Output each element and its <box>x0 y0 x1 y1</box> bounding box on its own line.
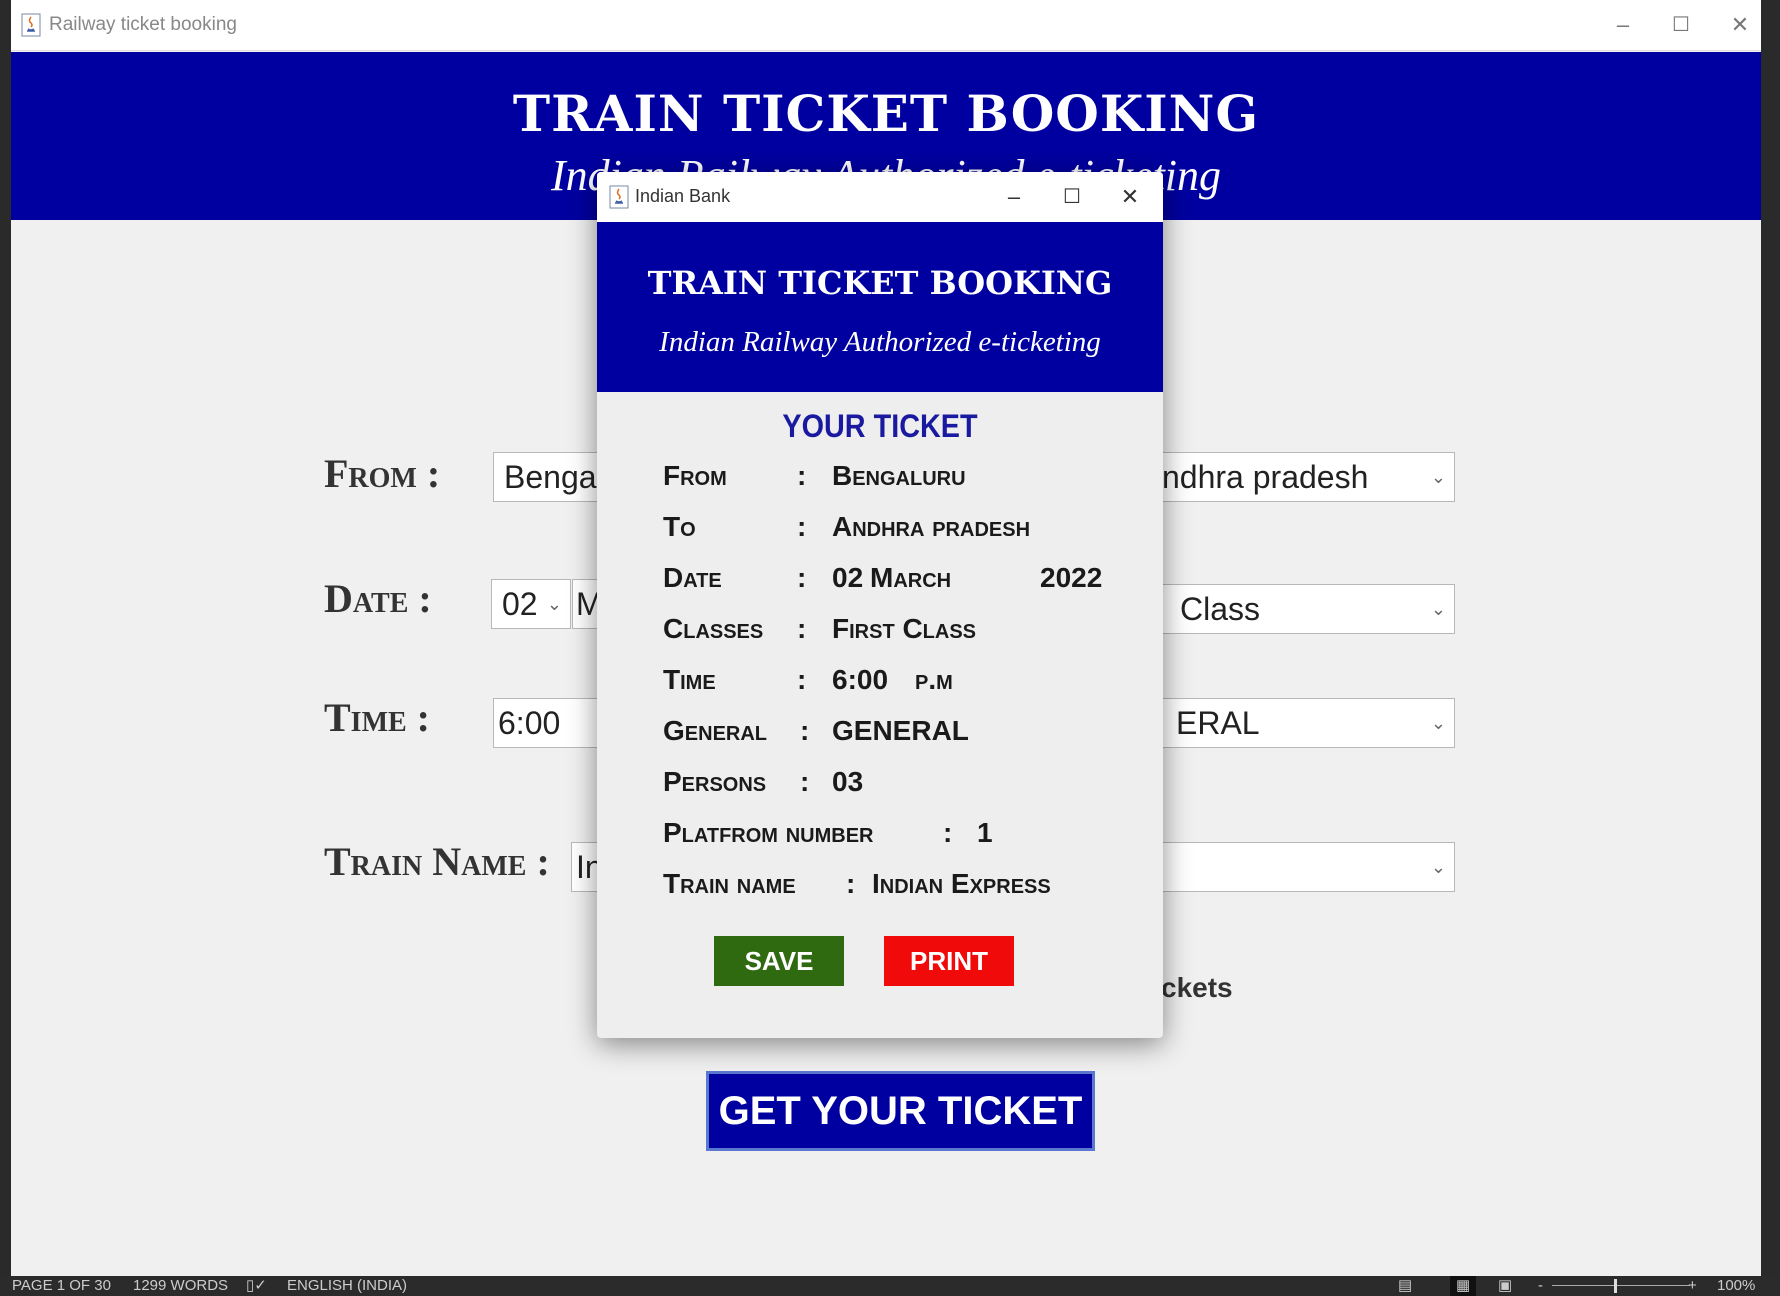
get-your-ticket-button[interactable]: GET YOUR TICKET <box>706 1071 1095 1151</box>
zoom-slider[interactable] <box>1552 1285 1690 1286</box>
ticket-general-label: General <box>663 715 768 746</box>
ticket-classes-value: First Class <box>832 613 976 644</box>
read-mode-icon[interactable]: ▤ <box>1398 1276 1412 1296</box>
time-label: Time : <box>324 695 430 740</box>
your-ticket-heading: YOUR TICKET <box>782 408 978 444</box>
chevron-down-icon: ⌄ <box>546 594 562 614</box>
dialog-maximize-button[interactable]: ☐ <box>1052 180 1092 214</box>
window-title: Railway ticket booking <box>49 14 237 35</box>
to-dropdown[interactable]: ndhra pradesh ⌄ <box>1161 452 1455 502</box>
ticket-to-label: To <box>663 511 696 542</box>
time-field[interactable]: 6:00 <box>493 698 613 748</box>
dialog-titlebar[interactable]: Indian Bank – ☐ ✕ <box>597 172 1163 222</box>
quota-dropdown[interactable]: ERAL ⌄ <box>1161 698 1455 748</box>
ticket-train-value: Indian Express <box>872 868 1051 899</box>
to-value: ndhra pradesh <box>1162 459 1369 495</box>
dialog-banner-subtitle: Indian Railway Authorized e-ticketing <box>659 326 1101 358</box>
ticket-general-colon: : <box>800 715 810 746</box>
dialog-title: Indian Bank <box>635 186 731 206</box>
ticket-from-label: From <box>663 460 727 491</box>
zoom-level[interactable]: 100% <box>1717 1276 1755 1296</box>
ticket-from-value: Bengaluru <box>832 460 966 491</box>
ticket-platform-value: 1 <box>977 817 993 848</box>
java-app-icon <box>609 185 629 209</box>
zoom-slider-thumb[interactable] <box>1614 1279 1617 1293</box>
ticket-platform-colon: : <box>943 817 953 848</box>
ticket-platform-label: Platfrom number <box>663 817 874 848</box>
java-app-icon <box>21 13 41 37</box>
ticket-dialog: Indian Bank – ☐ ✕ TRAIN TICKET BOOKING I… <box>597 172 1163 1038</box>
ticket-general-value: GENERAL <box>832 715 969 746</box>
ticket-time-label: Time <box>663 664 716 695</box>
day-value: 02 <box>502 586 538 622</box>
print-layout-icon[interactable]: ▦ <box>1450 1276 1477 1296</box>
ticket-date-year: 2022 <box>1040 562 1103 593</box>
print-button[interactable]: PRINT <box>884 936 1014 986</box>
day-dropdown[interactable]: 02 ⌄ <box>491 579 571 629</box>
chevron-down-icon: ⌄ <box>1430 857 1446 877</box>
word-count: 1299 WORDS <box>133 1277 229 1294</box>
minimize-button[interactable]: – <box>1601 8 1645 42</box>
ticket-train-label: Train name <box>663 868 796 899</box>
web-layout-icon[interactable]: ▣ <box>1498 1276 1512 1296</box>
ticket-persons-value: 03 <box>832 766 864 797</box>
maximize-button[interactable]: ☐ <box>1659 8 1703 42</box>
ticket-time-value: 6:00 <box>832 664 889 695</box>
dialog-close-button[interactable]: ✕ <box>1110 180 1150 214</box>
ticket-classes-label: Classes <box>663 613 764 644</box>
date-label: Date : <box>324 576 432 621</box>
time-value: 6:00 <box>498 705 561 741</box>
ticket-to-value: Andhra pradesh <box>832 511 1031 542</box>
ticket-time-ampm: p.m <box>915 664 953 695</box>
status-bar: PAGE 1 OF 30 1299 WORDS ▯✓ ENGLISH (INDI… <box>0 1276 1780 1296</box>
train-dropdown[interactable]: ⌄ <box>1161 842 1455 892</box>
chevron-down-icon: ⌄ <box>1430 599 1446 619</box>
ticket-to-colon: : <box>797 511 807 542</box>
from-dropdown[interactable]: Bengalu <box>493 452 613 502</box>
class-value: Class <box>1180 591 1261 627</box>
ticket-time-colon: : <box>797 664 807 695</box>
close-button[interactable]: ✕ <box>1718 8 1762 42</box>
train-name-label: Train Name : <box>324 839 550 884</box>
dialog-banner-title: TRAIN TICKET BOOKING <box>647 264 1113 302</box>
banner-title: TRAIN TICKET BOOKING <box>512 84 1260 143</box>
quota-value: ERAL <box>1176 705 1260 741</box>
chevron-down-icon: ⌄ <box>1430 713 1446 733</box>
chevron-down-icon: ⌄ <box>1430 467 1446 487</box>
ticket-classes-colon: : <box>797 613 807 644</box>
tickets-label: ckets <box>1161 972 1233 1003</box>
ticket-date-month: March <box>870 562 952 593</box>
dialog-minimize-button[interactable]: – <box>994 180 1034 214</box>
ticket-from-colon: : <box>797 460 807 491</box>
proofing-icon[interactable]: ▯✓ <box>246 1276 267 1296</box>
ticket-train-colon: : <box>846 868 856 899</box>
zoom-out-button[interactable]: - <box>1538 1276 1543 1296</box>
zoom-in-button[interactable]: + <box>1688 1276 1697 1296</box>
ticket-date-colon: : <box>797 562 807 593</box>
ticket-persons-colon: : <box>800 766 810 797</box>
page-count: PAGE 1 OF 30 <box>12 1277 111 1294</box>
ticket-persons-label: Persons <box>663 766 767 797</box>
language-indicator[interactable]: ENGLISH (INDIA) <box>287 1276 407 1296</box>
ticket-date-label: Date <box>663 562 722 593</box>
ticket-date-day: 02 <box>832 562 864 593</box>
from-label: From : <box>324 451 441 496</box>
dialog-banner: TRAIN TICKET BOOKING Indian Railway Auth… <box>597 222 1163 392</box>
save-button[interactable]: SAVE <box>714 936 844 986</box>
class-dropdown[interactable]: Class ⌄ <box>1161 584 1455 634</box>
main-titlebar[interactable]: Railway ticket booking – ☐ ✕ <box>11 0 1761 51</box>
